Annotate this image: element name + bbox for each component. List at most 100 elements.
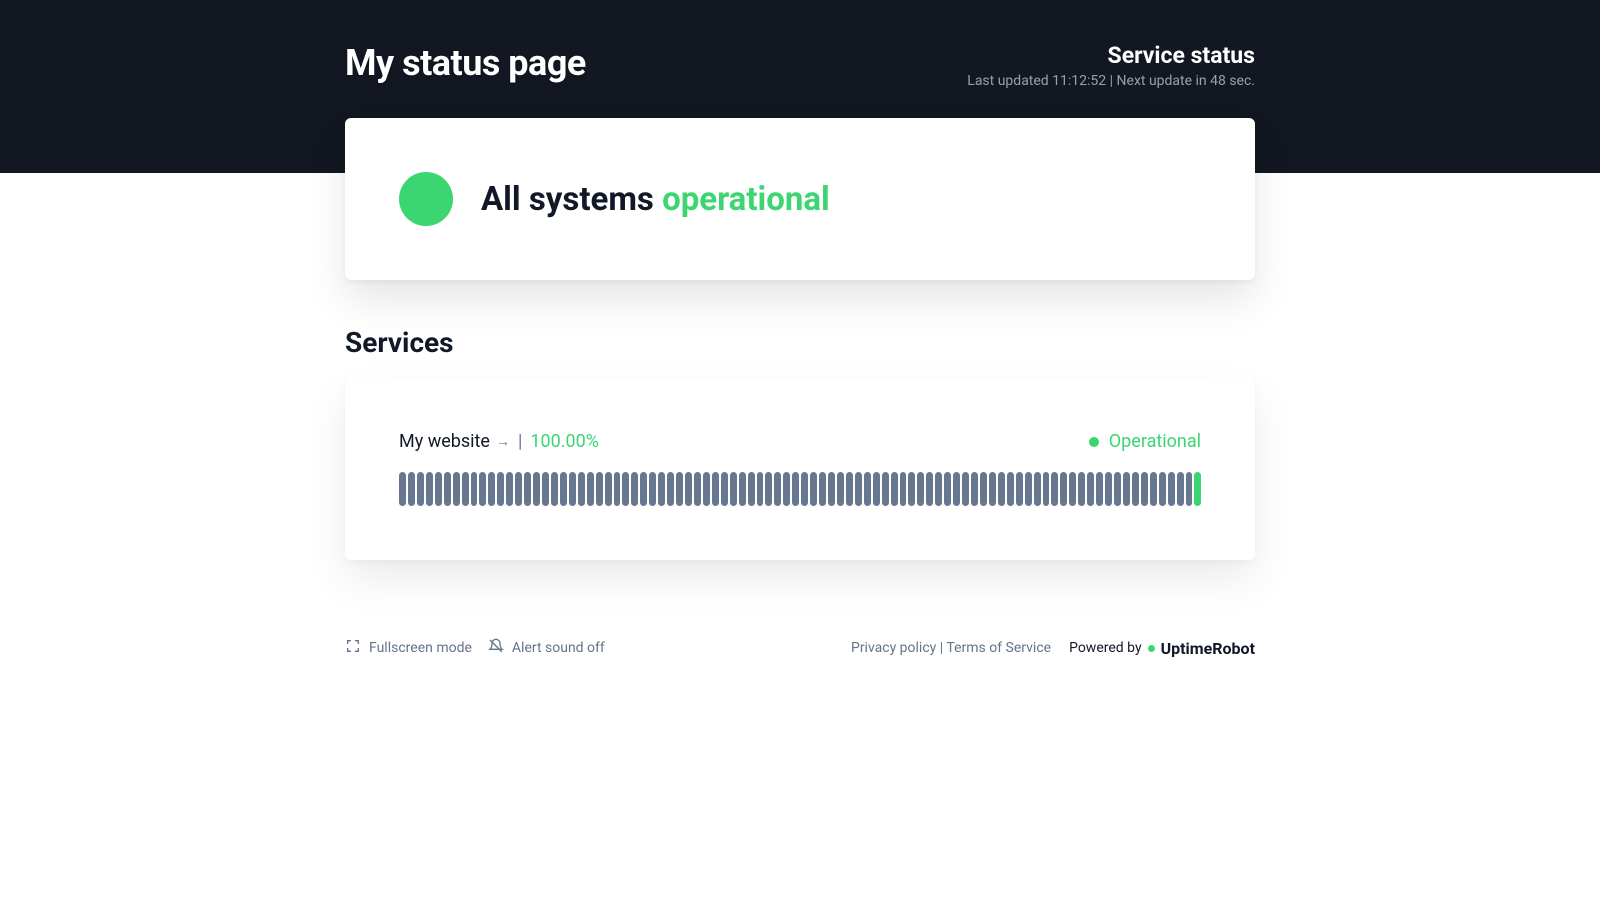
arrow-right-icon: →	[496, 433, 510, 450]
alert-sound-toggle[interactable]: Alert sound off	[488, 638, 605, 658]
uptime-bar[interactable]	[891, 472, 898, 506]
footer-right: Privacy policy | Terms of Service Powere…	[851, 639, 1255, 658]
tos-link[interactable]: Terms of Service	[946, 640, 1051, 656]
uptime-bar[interactable]	[846, 472, 853, 506]
uptime-bar[interactable]	[622, 472, 629, 506]
uptime-bar[interactable]	[462, 472, 469, 506]
uptime-bar[interactable]	[560, 472, 567, 506]
uptime-bar[interactable]	[917, 472, 924, 506]
uptime-bar[interactable]	[685, 472, 692, 506]
uptime-bar[interactable]	[1034, 472, 1041, 506]
uptime-bar[interactable]	[801, 472, 808, 506]
uptime-bar[interactable]	[980, 472, 987, 506]
fullscreen-toggle[interactable]: Fullscreen mode	[345, 638, 472, 658]
uptime-bar[interactable]	[649, 472, 656, 506]
uptime-bar[interactable]	[739, 472, 746, 506]
uptime-bar[interactable]	[783, 472, 790, 506]
uptime-bar[interactable]	[1186, 472, 1193, 506]
uptime-bar[interactable]	[989, 472, 996, 506]
uptime-bar[interactable]	[1060, 472, 1067, 506]
uptime-bar[interactable]	[962, 472, 969, 506]
uptime-bar[interactable]	[488, 472, 495, 506]
powered-by[interactable]: Powered by UptimeRobot	[1069, 639, 1255, 658]
uptime-bar[interactable]	[944, 472, 951, 506]
uptime-bar[interactable]	[551, 472, 558, 506]
uptime-bar[interactable]	[444, 472, 451, 506]
uptime-bar[interactable]	[399, 472, 406, 506]
fullscreen-label: Fullscreen mode	[369, 640, 472, 656]
uptime-bar[interactable]	[479, 472, 486, 506]
uptime-bar[interactable]	[730, 472, 737, 506]
uptime-bar[interactable]	[935, 472, 942, 506]
uptime-bar[interactable]	[640, 472, 647, 506]
uptime-bar[interactable]	[435, 472, 442, 506]
uptime-bar[interactable]	[515, 472, 522, 506]
uptime-bar[interactable]	[819, 472, 826, 506]
uptime-bar[interactable]	[721, 472, 728, 506]
uptime-bar[interactable]	[596, 472, 603, 506]
uptime-bar[interactable]	[908, 472, 915, 506]
uptime-bar[interactable]	[587, 472, 594, 506]
uptime-bar[interactable]	[1141, 472, 1148, 506]
uptime-bar[interactable]	[1096, 472, 1103, 506]
uptime-bar[interactable]	[864, 472, 871, 506]
uptime-bar[interactable]	[1069, 472, 1076, 506]
uptime-bar[interactable]	[1194, 472, 1201, 506]
uptime-bar[interactable]	[631, 472, 638, 506]
uptime-bar[interactable]	[882, 472, 889, 506]
uptime-bar[interactable]	[658, 472, 665, 506]
uptime-bar[interactable]	[1114, 472, 1121, 506]
uptime-bar[interactable]	[703, 472, 710, 506]
uptime-bar[interactable]	[765, 472, 772, 506]
uptime-bar[interactable]	[1159, 472, 1166, 506]
uptime-bar[interactable]	[837, 472, 844, 506]
privacy-policy-link[interactable]: Privacy policy	[851, 640, 936, 656]
uptime-bar[interactable]	[810, 472, 817, 506]
uptime-bar[interactable]	[1025, 472, 1032, 506]
uptime-bar[interactable]	[605, 472, 612, 506]
uptime-bar[interactable]	[694, 472, 701, 506]
uptime-bar[interactable]	[471, 472, 478, 506]
uptime-bar[interactable]	[497, 472, 504, 506]
uptime-bar[interactable]	[542, 472, 549, 506]
status-dot-icon	[1089, 437, 1099, 447]
uptime-bar[interactable]	[1132, 472, 1139, 506]
uptime-bar[interactable]	[1051, 472, 1058, 506]
uptime-bar[interactable]	[1168, 472, 1175, 506]
uptime-bar[interactable]	[533, 472, 540, 506]
uptime-bar[interactable]	[712, 472, 719, 506]
uptime-bar[interactable]	[774, 472, 781, 506]
uptime-bar[interactable]	[614, 472, 621, 506]
uptime-bar[interactable]	[748, 472, 755, 506]
uptime-bar[interactable]	[1150, 472, 1157, 506]
uptime-bar[interactable]	[757, 472, 764, 506]
uptime-bar[interactable]	[1016, 472, 1023, 506]
uptime-bar[interactable]	[971, 472, 978, 506]
uptime-bar[interactable]	[792, 472, 799, 506]
uptime-bar[interactable]	[1177, 472, 1184, 506]
uptime-bar[interactable]	[873, 472, 880, 506]
uptime-bar[interactable]	[426, 472, 433, 506]
uptime-bar[interactable]	[524, 472, 531, 506]
uptime-bar[interactable]	[1123, 472, 1130, 506]
uptime-bar[interactable]	[578, 472, 585, 506]
uptime-bar[interactable]	[1087, 472, 1094, 506]
uptime-bar[interactable]	[900, 472, 907, 506]
uptime-bar[interactable]	[408, 472, 415, 506]
uptime-bar[interactable]	[1078, 472, 1085, 506]
uptime-bar[interactable]	[998, 472, 1005, 506]
uptime-bar[interactable]	[506, 472, 513, 506]
uptime-bar[interactable]	[417, 472, 424, 506]
uptime-bar[interactable]	[828, 472, 835, 506]
uptime-bar[interactable]	[676, 472, 683, 506]
uptime-bar[interactable]	[667, 472, 674, 506]
uptime-bar[interactable]	[855, 472, 862, 506]
uptime-bar[interactable]	[953, 472, 960, 506]
uptime-bar[interactable]	[453, 472, 460, 506]
uptime-bar[interactable]	[1105, 472, 1112, 506]
uptime-bar[interactable]	[1007, 472, 1014, 506]
uptime-bar[interactable]	[926, 472, 933, 506]
uptime-bar[interactable]	[1043, 472, 1050, 506]
service-name[interactable]: My website	[399, 431, 490, 452]
uptime-bar[interactable]	[569, 472, 576, 506]
